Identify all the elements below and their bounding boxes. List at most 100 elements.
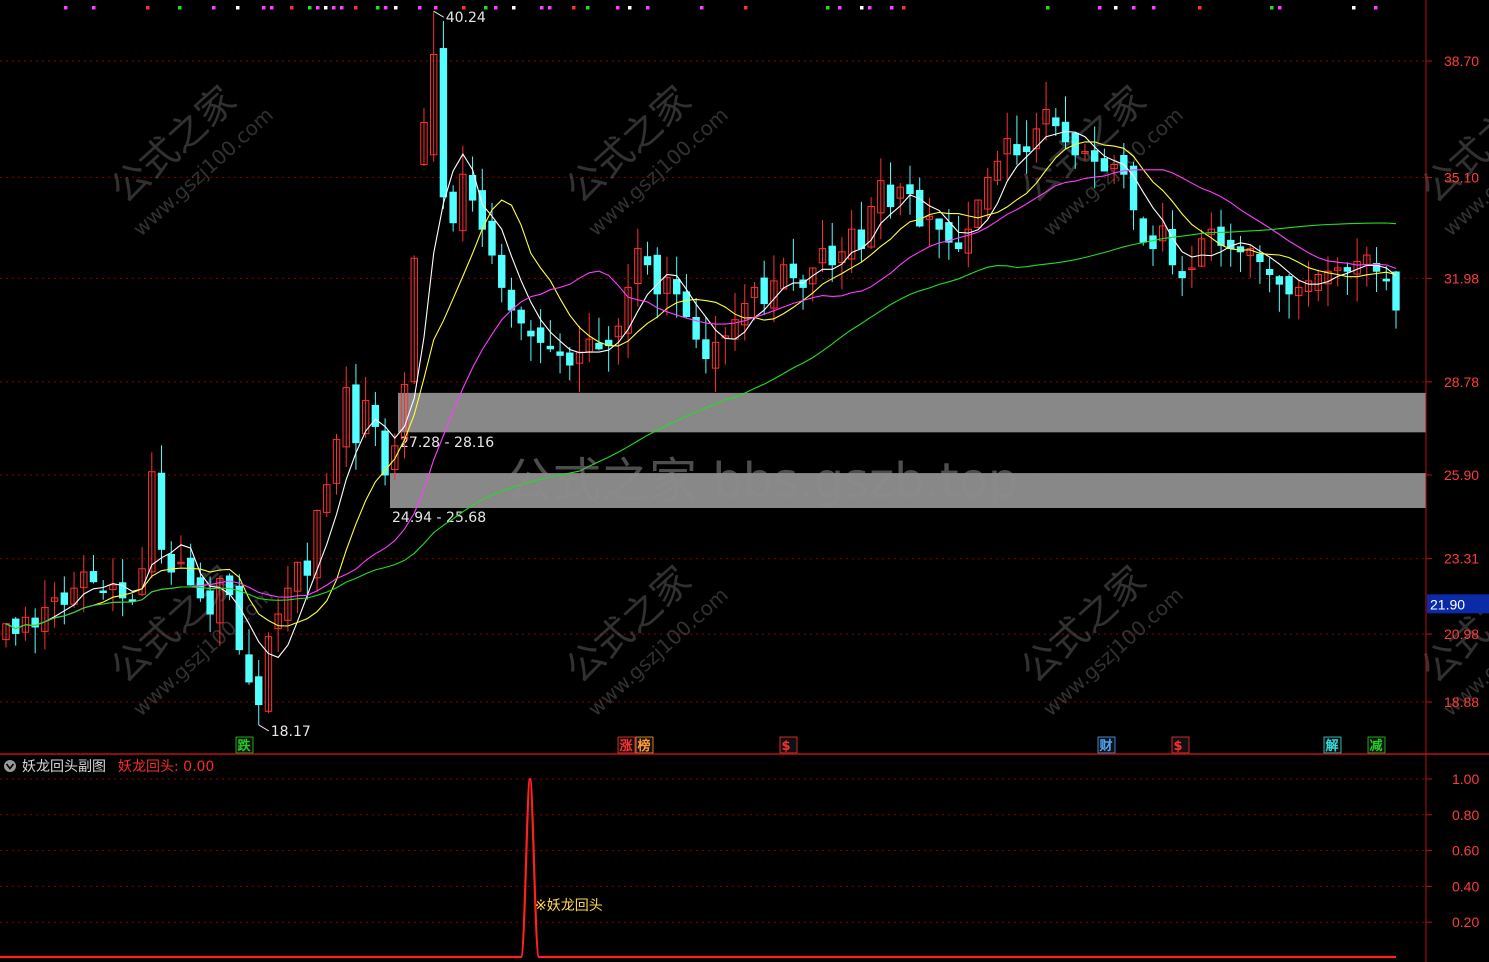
event-tag[interactable]: 涨 [617,736,636,754]
event-tag[interactable]: 跌 [235,736,254,754]
event-tag[interactable]: 榜 [635,736,654,754]
candle[interactable] [682,274,691,318]
collapse-icon[interactable] [4,760,16,772]
candle[interactable] [429,11,438,162]
candle[interactable] [235,574,243,655]
event-tag[interactable]: $ [779,736,798,754]
candle[interactable] [1265,257,1274,293]
candle[interactable] [2,622,10,648]
candle[interactable] [595,317,603,351]
candle[interactable] [546,320,555,353]
candle[interactable] [1295,279,1303,320]
candle[interactable] [809,267,817,302]
candle[interactable] [643,241,652,275]
candle[interactable] [527,320,535,361]
candle[interactable] [536,309,545,364]
candle[interactable] [1052,108,1060,136]
candle[interactable] [60,576,69,625]
candle[interactable] [99,580,107,600]
event-tag[interactable]: 解 [1323,736,1342,754]
candle[interactable] [1392,270,1400,329]
candle[interactable] [12,616,20,646]
candle[interactable] [935,218,943,259]
candle[interactable] [1178,256,1186,297]
candle[interactable] [1168,210,1177,275]
candle[interactable] [828,223,836,282]
candle[interactable] [1013,115,1021,165]
candle[interactable] [1003,112,1011,181]
candle[interactable] [1217,209,1225,267]
sub-chart-title[interactable]: 妖龙回头副图 [22,759,106,775]
candle[interactable] [993,150,1002,186]
candle[interactable] [984,167,992,219]
candle[interactable] [128,594,137,605]
event-tag[interactable]: 财 [1097,736,1116,754]
event-tag[interactable]: 减 [1367,736,1386,754]
candle[interactable] [847,210,856,274]
candle[interactable] [459,145,467,242]
candle[interactable] [945,209,953,260]
candle[interactable] [488,202,496,265]
candle[interactable] [1236,235,1245,273]
candle[interactable] [702,316,710,374]
candle[interactable] [80,555,88,613]
candle[interactable] [1159,202,1167,252]
candle[interactable] [896,183,904,216]
candle[interactable] [157,445,166,564]
candle[interactable] [498,243,506,303]
candle[interactable] [177,535,185,568]
candle[interactable] [799,274,807,310]
candle[interactable] [517,306,525,341]
candle[interactable] [672,256,681,318]
candle[interactable] [1149,225,1157,266]
candle[interactable] [410,255,418,385]
candle[interactable] [750,282,759,321]
candle[interactable] [1275,274,1284,312]
candle[interactable] [614,318,623,365]
candle[interactable] [634,228,642,307]
candle[interactable] [167,541,175,585]
candle[interactable] [1314,269,1322,302]
candle[interactable] [21,606,30,641]
candle[interactable] [1042,81,1050,141]
candle[interactable] [1061,96,1070,150]
candle[interactable] [293,561,302,614]
candle[interactable] [1188,245,1196,289]
candle[interactable] [818,220,827,273]
candle[interactable] [731,292,739,351]
candle[interactable] [468,156,477,212]
candle[interactable] [566,346,574,381]
candle[interactable] [886,162,895,219]
candle[interactable] [118,559,127,617]
candle[interactable] [867,197,875,250]
candle[interactable] [779,257,788,290]
candle[interactable] [323,473,331,517]
candle[interactable] [449,185,457,232]
candle[interactable] [148,452,156,578]
candle[interactable] [255,660,263,725]
candle[interactable] [41,580,49,650]
candle[interactable] [50,582,59,628]
candle[interactable] [1372,247,1381,292]
candle[interactable] [284,565,292,632]
candle[interactable] [1285,274,1293,319]
candle[interactable] [31,608,39,654]
candle[interactable] [857,201,866,262]
candle[interactable] [1139,216,1147,246]
candle[interactable] [245,629,253,685]
candle[interactable] [507,277,516,328]
candle[interactable] [906,165,914,215]
candle[interactable] [974,199,982,229]
candle[interactable] [303,542,312,600]
candle[interactable] [313,509,321,593]
candle[interactable] [264,632,273,714]
candle[interactable] [721,327,730,365]
event-tags[interactable]: 跌 涨榜 $ 财 $ 解 减 [235,736,1386,754]
candle[interactable] [692,298,700,349]
candle[interactable] [954,215,963,253]
candle[interactable] [89,555,98,584]
event-tag[interactable]: $ [1171,736,1190,754]
candle[interactable] [332,433,341,495]
candle[interactable] [1129,161,1138,230]
candle[interactable] [186,543,195,586]
